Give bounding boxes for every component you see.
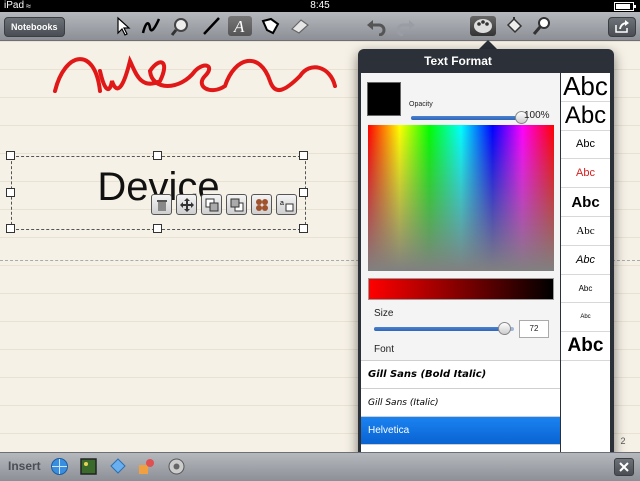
opacity-label: Opacity bbox=[409, 101, 433, 108]
line-icon[interactable] bbox=[200, 16, 222, 36]
resize-handle[interactable] bbox=[6, 224, 15, 233]
style-sample[interactable]: Abc bbox=[561, 332, 610, 361]
close-icon[interactable] bbox=[614, 458, 634, 476]
text-options-icon[interactable]: a bbox=[276, 194, 297, 215]
highlighter-icon[interactable] bbox=[169, 16, 193, 36]
bottom-bar: Insert bbox=[0, 452, 640, 481]
object-toolbar: a bbox=[151, 194, 297, 215]
resize-handle[interactable] bbox=[299, 224, 308, 233]
lasso-icon[interactable] bbox=[258, 16, 282, 36]
popover-title: Text Format bbox=[424, 54, 492, 68]
text-icon[interactable]: A bbox=[228, 16, 252, 36]
font-list: Gill Sans (Bold Italic) Gill Sans (Itali… bbox=[361, 360, 560, 466]
trash-icon[interactable] bbox=[151, 194, 172, 215]
photo-icon[interactable] bbox=[79, 457, 98, 476]
size-slider-knob[interactable] bbox=[498, 322, 512, 335]
popover-arrow bbox=[479, 40, 497, 49]
shapes-icon[interactable] bbox=[137, 457, 156, 476]
fill-bucket-icon[interactable] bbox=[502, 16, 526, 36]
group-icon[interactable] bbox=[251, 194, 272, 215]
selected-text-box[interactable]: Device bbox=[6, 151, 308, 233]
style-sample[interactable]: Abc bbox=[561, 303, 610, 333]
select-arrow-icon[interactable] bbox=[114, 16, 132, 36]
battery-icon bbox=[614, 2, 636, 11]
move-icon[interactable] bbox=[176, 194, 197, 215]
insert-label: Insert bbox=[8, 459, 41, 473]
resize-handle[interactable] bbox=[6, 151, 15, 160]
resize-handle[interactable] bbox=[299, 151, 308, 160]
resize-handle[interactable] bbox=[153, 224, 162, 233]
page-number[interactable]: 2 bbox=[612, 430, 634, 450]
zoom-icon[interactable] bbox=[530, 16, 554, 36]
size-slider[interactable] bbox=[374, 322, 514, 335]
resize-handle[interactable] bbox=[299, 188, 308, 197]
style-sample[interactable]: Abc bbox=[561, 246, 610, 275]
resize-handle[interactable] bbox=[6, 188, 15, 197]
font-option[interactable]: Gill Sans (Italic) bbox=[361, 388, 560, 416]
font-label: Font bbox=[374, 344, 395, 355]
web-icon[interactable] bbox=[50, 457, 69, 476]
color-spectrum[interactable] bbox=[368, 125, 554, 271]
text-format-popover: Text Format Opacity 100% Size 72 Font Gi… bbox=[358, 49, 614, 471]
redo-icon[interactable] bbox=[394, 16, 418, 36]
size-input[interactable]: 72 bbox=[519, 320, 549, 338]
font-option-selected[interactable]: Helvetica bbox=[361, 416, 560, 444]
resize-handle[interactable] bbox=[153, 151, 162, 160]
pen-icon[interactable] bbox=[140, 16, 162, 36]
svg-text:A: A bbox=[233, 17, 245, 36]
style-sample[interactable]: Abc bbox=[561, 102, 610, 131]
style-sample[interactable]: Abc bbox=[561, 188, 610, 217]
share-icon[interactable] bbox=[608, 17, 636, 37]
clock: 8:45 bbox=[310, 0, 330, 11]
toolbar: Notebooks A bbox=[0, 12, 640, 41]
opacity-value: 100% bbox=[524, 110, 550, 121]
opacity-slider[interactable] bbox=[411, 111, 528, 124]
style-samples: Abc Abc Abc Abc Abc Abc Abc Abc Abc Abc bbox=[561, 73, 610, 466]
size-slider-fill bbox=[374, 327, 505, 331]
style-sample[interactable]: Abc bbox=[561, 217, 610, 246]
style-sample[interactable]: Abc bbox=[561, 73, 610, 102]
notebooks-button[interactable]: Notebooks bbox=[4, 17, 65, 37]
audio-icon[interactable] bbox=[167, 457, 186, 476]
note-icon[interactable] bbox=[108, 457, 127, 476]
size-label: Size bbox=[374, 308, 394, 319]
opacity-slider-fill bbox=[411, 116, 521, 120]
current-color-swatch[interactable] bbox=[367, 82, 401, 116]
send-backward-icon[interactable] bbox=[226, 194, 247, 215]
style-sample[interactable]: Abc bbox=[561, 131, 610, 160]
font-option[interactable]: Gill Sans (Bold Italic) bbox=[361, 360, 560, 388]
brightness-bar[interactable] bbox=[368, 278, 554, 300]
eraser-icon[interactable] bbox=[288, 16, 312, 36]
bring-forward-icon[interactable] bbox=[201, 194, 222, 215]
style-sample[interactable]: Abc bbox=[561, 275, 610, 304]
svg-text:a: a bbox=[280, 200, 284, 207]
undo-icon[interactable] bbox=[364, 16, 388, 36]
format-controls: Opacity 100% Size 72 Font Gill Sans (Bol… bbox=[361, 73, 560, 466]
text-format-palette-icon[interactable] bbox=[470, 16, 496, 36]
style-sample[interactable]: Abc bbox=[561, 159, 610, 189]
status-bar: iPad ≈ 8:45 bbox=[0, 0, 640, 12]
